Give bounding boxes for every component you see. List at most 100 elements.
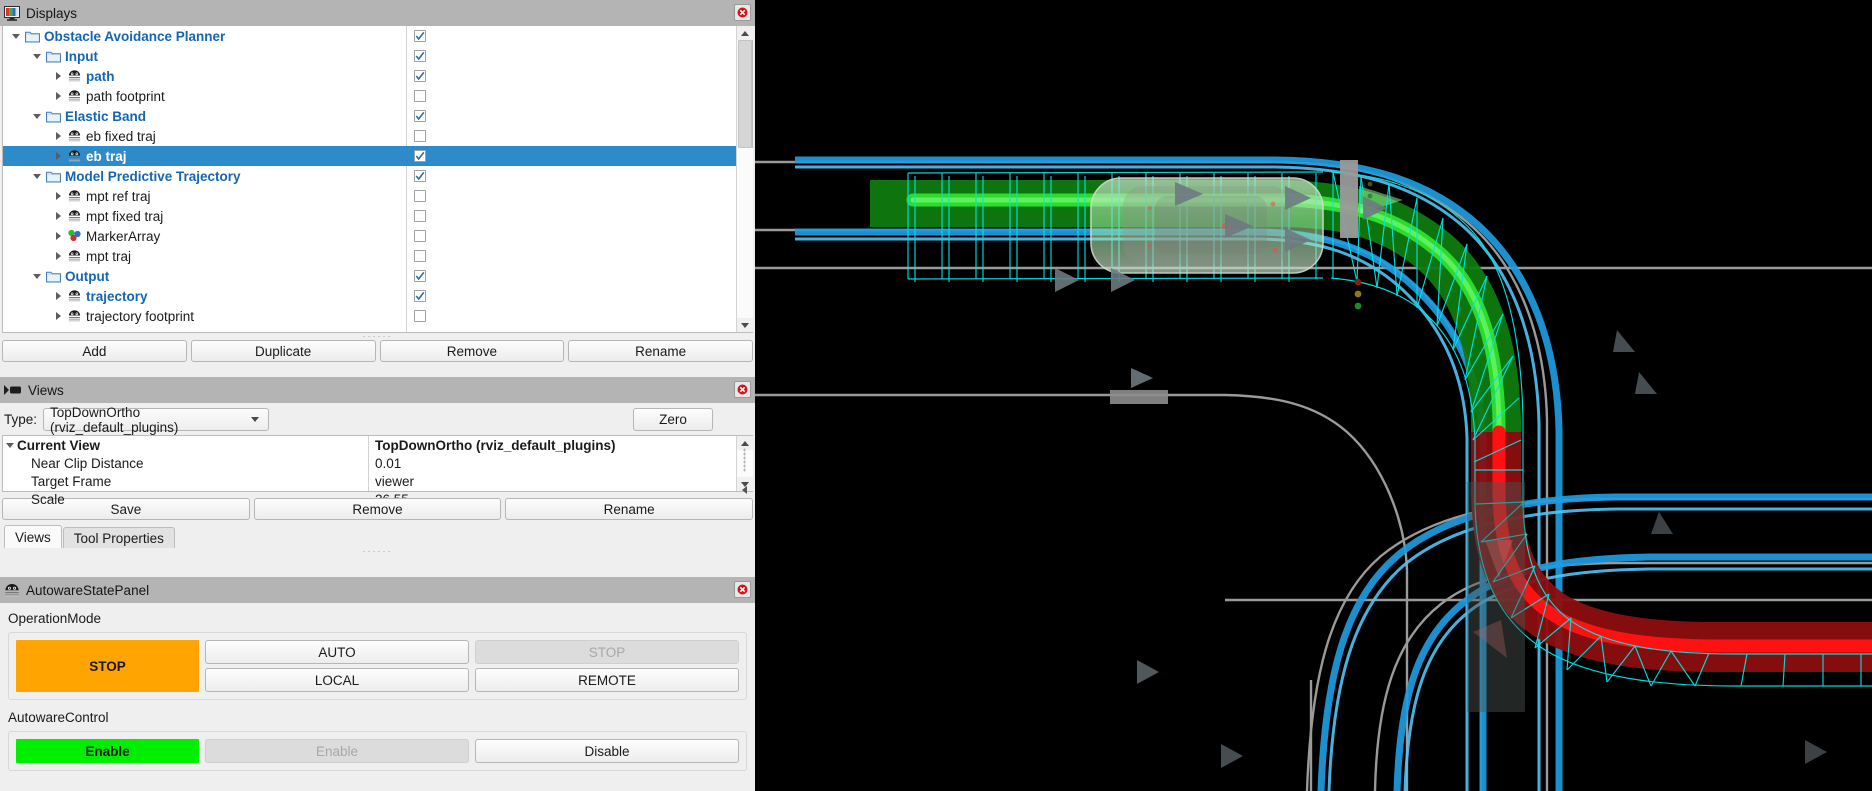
dock-resize-grip[interactable] xyxy=(743,448,746,472)
display-tree-item-model-predictive-trajectory[interactable]: Model Predictive Trajectory xyxy=(3,166,406,186)
display-tree-item-markerarray[interactable]: MarkerArray xyxy=(3,226,406,246)
views-close-icon[interactable] xyxy=(734,381,751,398)
views-splitter[interactable]: ······ xyxy=(0,547,755,556)
display-visibility-checkbox[interactable] xyxy=(414,290,426,302)
autoware-icon xyxy=(65,288,83,304)
displays-splitter[interactable]: ······ xyxy=(0,332,755,341)
displays-close-icon[interactable] xyxy=(734,4,751,21)
display-visibility-checkbox[interactable] xyxy=(414,150,426,162)
display-tree-item-path[interactable]: path xyxy=(3,66,406,86)
chevron-right-icon[interactable] xyxy=(51,206,65,226)
display-visibility-checkbox[interactable] xyxy=(414,250,426,262)
display-visibility-checkbox[interactable] xyxy=(414,110,426,122)
rviz-3d-render-view[interactable] xyxy=(755,0,1872,791)
chevron-right-icon[interactable] xyxy=(51,186,65,206)
operation-mode-remote-button[interactable]: REMOTE xyxy=(475,668,739,692)
chevron-right-icon[interactable] xyxy=(51,126,65,146)
scene-content xyxy=(755,156,1872,791)
display-visibility-checkbox[interactable] xyxy=(414,210,426,222)
scrollbar-thumb[interactable] xyxy=(737,40,752,148)
display-visibility-checkbox[interactable] xyxy=(414,310,426,322)
operation-mode-auto-button[interactable]: AUTO xyxy=(205,640,469,664)
scroll-up-arrow-icon[interactable] xyxy=(736,26,753,40)
left-dock-panel: Displays Obstacle Avoidance Planner Input… xyxy=(0,0,755,791)
view-property-value-row[interactable]: TopDownOrtho (rviz_default_plugins) xyxy=(369,436,736,454)
display-tree-item-output[interactable]: Output xyxy=(3,266,406,286)
chevron-down-icon[interactable] xyxy=(9,26,23,46)
chevron-down-icon[interactable] xyxy=(3,442,17,448)
chevron-right-icon[interactable] xyxy=(51,286,65,306)
display-tree-item-trajectory-footprint[interactable]: trajectory footprint xyxy=(3,306,406,326)
display-visibility-checkbox[interactable] xyxy=(414,190,426,202)
autoware-control-group: Enable Enable Disable xyxy=(8,731,747,771)
view-type-label: Type: xyxy=(4,412,38,427)
autoware-title-bar: AutowareStatePanel xyxy=(0,577,755,603)
display-tree-item-mpt-traj[interactable]: mpt traj xyxy=(3,246,406,266)
view-property-name: Scale xyxy=(31,491,65,507)
display-tree-item-label: path xyxy=(86,68,115,84)
displays-remove-button[interactable]: Remove xyxy=(379,340,565,362)
scroll-down-arrow-icon[interactable] xyxy=(736,318,753,332)
chevron-right-icon[interactable] xyxy=(51,146,65,166)
dock-collapse-button[interactable] xyxy=(739,470,749,510)
display-visibility-checkbox[interactable] xyxy=(414,90,426,102)
chevron-right-icon[interactable] xyxy=(51,306,65,326)
display-visibility-row xyxy=(406,286,736,306)
chevron-right-icon[interactable] xyxy=(51,226,65,246)
operation-mode-stop-button: STOP xyxy=(475,640,739,664)
view-property-name-row[interactable]: Current View xyxy=(3,436,368,454)
chevron-right-icon[interactable] xyxy=(51,86,65,106)
autoware-icon xyxy=(65,188,83,204)
zero-button[interactable]: Zero xyxy=(633,408,713,431)
displays-vertical-scrollbar[interactable] xyxy=(736,26,753,332)
autoware-close-icon[interactable] xyxy=(734,581,751,598)
displays-duplicate-button[interactable]: Duplicate xyxy=(190,340,376,362)
views-property-values: TopDownOrtho (rviz_default_plugins) 0.01 v… xyxy=(368,436,736,507)
tab-tool-properties[interactable]: Tool Properties xyxy=(62,527,175,548)
autoware-title-text: AutowareStatePanel xyxy=(26,582,150,598)
display-visibility-checkbox[interactable] xyxy=(414,30,426,42)
display-tree-item-obstacle-avoidance-planner[interactable]: Obstacle Avoidance Planner xyxy=(3,26,406,46)
display-visibility-row xyxy=(406,186,736,206)
view-property-name-row[interactable]: Target Frame xyxy=(3,472,368,490)
autoware-control-disable-button[interactable]: Disable xyxy=(475,739,739,763)
display-tree-item-trajectory[interactable]: trajectory xyxy=(3,286,406,306)
displays-rename-button[interactable]: Rename xyxy=(568,340,753,362)
chevron-down-icon[interactable] xyxy=(30,166,44,186)
view-property-name-row[interactable]: Scale xyxy=(3,490,368,508)
chevron-right-icon[interactable] xyxy=(51,66,65,86)
display-tree-item-eb-fixed-traj[interactable]: eb fixed traj xyxy=(3,126,406,146)
chevron-down-icon[interactable] xyxy=(30,266,44,286)
display-visibility-row xyxy=(406,166,736,186)
display-visibility-row xyxy=(406,246,736,266)
autoware-control-status-badge: Enable xyxy=(16,739,199,763)
display-visibility-checkbox[interactable] xyxy=(414,50,426,62)
folder-icon xyxy=(23,28,41,44)
scrollbar-track[interactable] xyxy=(736,148,753,318)
display-tree-item-path-footprint[interactable]: path footprint xyxy=(3,86,406,106)
display-visibility-checkbox[interactable] xyxy=(414,230,426,242)
display-visibility-checkbox[interactable] xyxy=(414,270,426,282)
displays-monitor-icon xyxy=(4,5,20,21)
displays-add-button[interactable]: Add xyxy=(2,340,187,362)
view-property-value-row[interactable]: viewer xyxy=(369,472,736,490)
display-tree-item-elastic-band[interactable]: Elastic Band xyxy=(3,106,406,126)
views-panel: Views Type: TopDownOrtho (rviz_default_p… xyxy=(0,377,755,556)
display-tree-item-eb-traj[interactable]: eb traj xyxy=(3,146,406,166)
view-property-value-row[interactable]: 0.01 xyxy=(369,454,736,472)
display-visibility-row xyxy=(406,66,736,86)
display-tree-item-mpt-ref-traj[interactable]: mpt ref traj xyxy=(3,186,406,206)
display-visibility-checkbox[interactable] xyxy=(414,130,426,142)
chevron-right-icon[interactable] xyxy=(51,246,65,266)
view-property-name-row[interactable]: Near Clip Distance xyxy=(3,454,368,472)
tab-views[interactable]: Views xyxy=(4,525,62,548)
display-tree-item-mpt-fixed-traj[interactable]: mpt fixed traj xyxy=(3,206,406,226)
view-type-select[interactable]: TopDownOrtho (rviz_default_plugins) xyxy=(43,405,270,435)
chevron-down-icon[interactable] xyxy=(30,106,44,126)
display-tree-item-input[interactable]: Input xyxy=(3,46,406,66)
display-visibility-checkbox[interactable] xyxy=(414,170,426,182)
operation-mode-local-button[interactable]: LOCAL xyxy=(205,668,469,692)
chevron-down-icon[interactable] xyxy=(30,46,44,66)
views-rename-button[interactable]: Rename xyxy=(505,498,754,520)
display-visibility-checkbox[interactable] xyxy=(414,70,426,82)
